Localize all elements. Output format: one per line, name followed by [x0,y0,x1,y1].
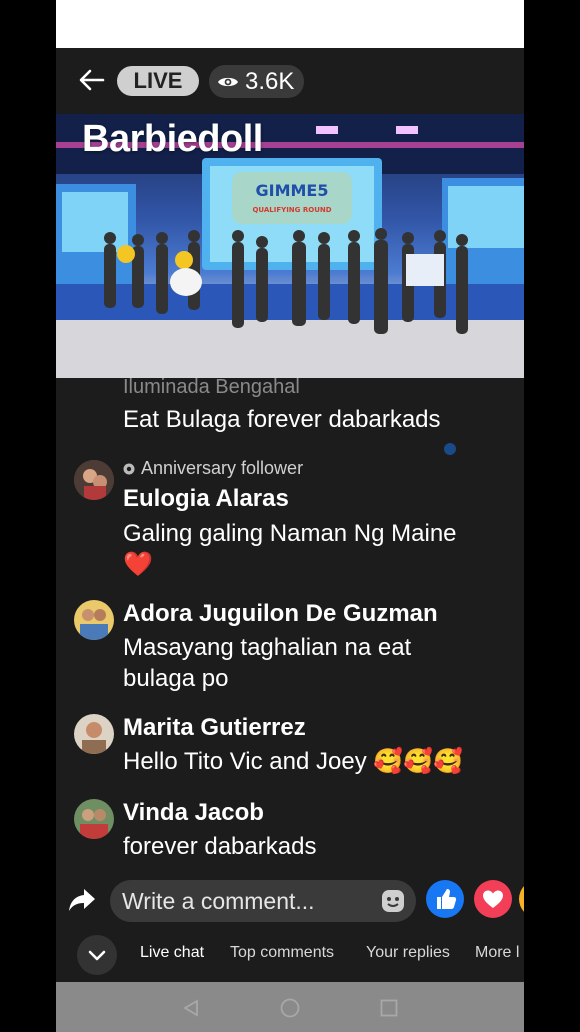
avatar[interactable] [74,460,114,500]
tab-top-comments[interactable]: Top comments [230,944,334,962]
avatar-image [74,799,114,839]
tab-your-replies[interactable]: Your replies [366,944,450,962]
show-logo-title: GIMME5 [256,181,329,200]
eye-icon [218,77,238,86]
chat-tabs: Live chat Top comments Your replies More… [56,928,524,982]
avatar[interactable] [74,600,114,640]
commenter-name[interactable]: Vinda Jacob [123,799,264,827]
comment-text: Eat Bulaga forever dabarkads [123,406,441,433]
more-reactions-icon[interactable] [518,879,524,919]
tab-live-chat[interactable]: Live chat [140,944,204,962]
live-chat-list[interactable]: Iluminada Bengahal Eat Bulaga forever da… [56,378,524,868]
stream-title: Barbiedoll [82,118,263,160]
comment-text: forever dabarkads [123,833,317,860]
comment-input[interactable]: Write a comment... [110,880,416,922]
show-logo-subtitle: QUALIFYING ROUND [252,206,331,214]
system-nav-bar [56,982,524,1032]
back-nav-icon[interactable] [181,998,201,1018]
like-reaction-button-icon[interactable] [425,879,465,919]
comment-composer: Write a comment... [56,868,524,928]
chevron-down-icon[interactable] [76,934,118,976]
avatar[interactable] [74,799,114,839]
app-frame: LIVE 3.6K GIMME5 QUALIFYING ROUND Barbie… [56,0,524,1032]
commenter-name[interactable]: Adora Juguilon De Guzman [123,600,438,628]
home-nav-icon[interactable] [279,997,301,1019]
avatar-image [74,714,114,754]
avatar-image [74,460,114,500]
love-reaction-button-icon[interactable] [473,879,513,919]
recents-nav-icon[interactable] [379,998,399,1018]
comment-text: Hello Tito Vic and Joey 🥰🥰🥰 [123,748,464,775]
avatar-image [74,600,114,640]
like-reaction-icon [444,443,456,455]
follower-badge: Anniversary follower [123,458,303,479]
viewer-count-value: 3.6K [245,68,295,95]
comment-text: Galing galing Naman Ng Maine ❤️ [123,518,513,580]
badge-icon [123,463,135,474]
share-icon[interactable] [68,887,96,913]
status-bar [56,0,524,48]
live-badge: LIVE [117,66,199,96]
commenter-name[interactable]: Marita Gutierrez [123,714,306,742]
heart-emoji: ❤️ [123,551,153,578]
back-arrow-icon[interactable] [76,64,108,96]
badge-label: Anniversary follower [141,458,304,478]
commenter-name[interactable]: Eulogia Alaras [123,485,289,513]
comment-text: Masayang taghalian na eat bulaga po [123,634,412,692]
viewer-count: 3.6K [209,65,305,98]
sticker-icon[interactable] [380,888,406,914]
comment-text-body: Galing galing Naman Ng Maine [123,520,457,547]
live-header: LIVE 3.6K [56,48,524,114]
tab-more[interactable]: More l [475,944,519,962]
partial-commenter-name: Iluminada Bengahal [123,378,300,398]
live-video[interactable]: GIMME5 QUALIFYING ROUND Barbiedoll [56,114,524,378]
avatar[interactable] [74,714,114,754]
show-logo: GIMME5 QUALIFYING ROUND [232,172,352,224]
